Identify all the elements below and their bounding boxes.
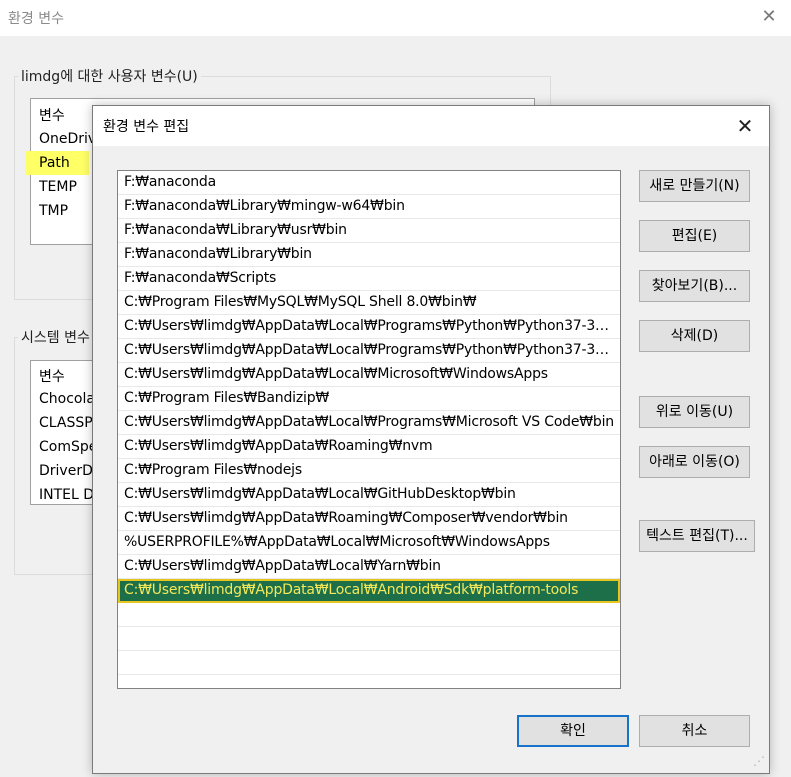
list-item[interactable]: C:₩Program Files₩Bandizip₩ [118, 387, 620, 411]
list-item[interactable]: F:₩anaconda₩Library₩usr₩bin [118, 219, 620, 243]
path-entry: C:₩Users₩limdg₩AppData₩Local₩Programs₩Mi… [124, 414, 614, 430]
cancel-button[interactable]: 취소 [639, 715, 750, 747]
path-entry: C:₩Program Files₩MySQL₩MySQL Shell 8.0₩b… [124, 294, 477, 310]
path-entry: F:₩anaconda₩Library₩mingw-w64₩bin [124, 198, 405, 214]
empty-row[interactable] [118, 675, 620, 688]
path-entry: %USERPROFILE%₩AppData₩Local₩Microsoft₩Wi… [124, 534, 550, 550]
path-entry: C:₩Users₩limdg₩AppData₩Local₩Microsoft₩W… [124, 366, 548, 382]
dialog-title: 환경 변수 편집 [103, 119, 190, 135]
path-entry: C:₩Users₩limdg₩AppData₩Local₩Android₩Sdk… [124, 582, 579, 598]
path-entry: C:₩Users₩limdg₩AppData₩Local₩Yarn₩bin [124, 558, 441, 574]
path-list[interactable]: F:₩anaconda F:₩anaconda₩Library₩mingw-w6… [117, 170, 621, 689]
system-variables-group-title: 시스템 변수 [18, 327, 93, 347]
browse-button[interactable]: 찾아보기(B)... [639, 270, 750, 302]
list-item[interactable]: F:₩anaconda₩Library₩mingw-w64₩bin [118, 195, 620, 219]
list-item[interactable]: C:₩Users₩limdg₩AppData₩Roaming₩nvm [118, 435, 620, 459]
empty-row[interactable] [118, 627, 620, 651]
window-titlebar: 환경 변수 ✕ [0, 0, 791, 36]
delete-button[interactable]: 삭제(D) [639, 320, 750, 352]
list-item[interactable]: C:₩Users₩limdg₩AppData₩Local₩Microsoft₩W… [118, 363, 620, 387]
move-down-button[interactable]: 아래로 이동(O) [639, 446, 750, 478]
path-entry: F:₩anaconda₩Scripts [124, 270, 277, 286]
list-item[interactable]: C:₩Users₩limdg₩AppData₩Roaming₩Composer₩… [118, 507, 620, 531]
close-icon[interactable]: ✕ [733, 114, 757, 138]
list-item[interactable]: C:₩Users₩limdg₩AppData₩Local₩GitHubDeskt… [118, 483, 620, 507]
dialog-titlebar: 환경 변수 편집 ✕ [93, 106, 769, 146]
move-up-button[interactable]: 위로 이동(U) [639, 396, 750, 428]
list-item[interactable]: C:₩Program Files₩MySQL₩MySQL Shell 8.0₩b… [118, 291, 620, 315]
resize-grip-icon[interactable]: ⋰ [753, 754, 765, 768]
list-item[interactable]: %USERPROFILE%₩AppData₩Local₩Microsoft₩Wi… [118, 531, 620, 555]
edit-button[interactable]: 편집(E) [639, 220, 750, 252]
path-entry: F:₩anaconda₩Library₩bin [124, 246, 312, 262]
list-item[interactable]: Path [39, 155, 70, 171]
list-item[interactable]: F:₩anaconda₩Scripts [118, 267, 620, 291]
path-entry: C:₩Users₩limdg₩AppData₩Local₩Programs₩Py… [124, 342, 614, 358]
path-entry: C:₩Users₩limdg₩AppData₩Roaming₩Composer₩… [124, 510, 568, 526]
list-item-selected[interactable]: C:₩Users₩limdg₩AppData₩Local₩Android₩Sdk… [118, 579, 620, 603]
user-variables-group-title: limdg에 대한 사용자 변수(U) [18, 66, 201, 86]
list-item[interactable]: C:₩Users₩limdg₩AppData₩Local₩Yarn₩bin [118, 555, 620, 579]
list-item[interactable]: Chocola [39, 391, 95, 407]
list-item[interactable]: TEMP [39, 179, 77, 195]
column-header-variable[interactable]: 변수 [39, 366, 65, 386]
close-icon[interactable]: ✕ [758, 6, 780, 28]
path-entry: F:₩anaconda [124, 174, 216, 190]
list-item[interactable]: F:₩anaconda₩Library₩bin [118, 243, 620, 267]
window-title: 환경 변수 [8, 11, 64, 27]
empty-row[interactable] [118, 603, 620, 627]
empty-row[interactable] [118, 651, 620, 675]
list-item[interactable]: C:₩Program Files₩nodejs [118, 459, 620, 483]
ok-button[interactable]: 확인 [517, 715, 629, 747]
list-item[interactable]: F:₩anaconda [118, 171, 620, 195]
path-entry: C:₩Users₩limdg₩AppData₩Roaming₩nvm [124, 438, 433, 454]
path-entry: C:₩Users₩limdg₩AppData₩Local₩Programs₩Py… [124, 318, 614, 334]
list-item[interactable]: C:₩Users₩limdg₩AppData₩Local₩Programs₩Mi… [118, 411, 620, 435]
path-entry: F:₩anaconda₩Library₩usr₩bin [124, 222, 347, 238]
edit-text-button[interactable]: 텍스트 편집(T)... [639, 520, 755, 552]
list-item[interactable]: C:₩Users₩limdg₩AppData₩Local₩Programs₩Py… [118, 315, 620, 339]
path-entry: C:₩Program Files₩nodejs [124, 462, 302, 478]
list-item[interactable]: C:₩Users₩limdg₩AppData₩Local₩Programs₩Py… [118, 339, 620, 363]
new-button[interactable]: 새로 만들기(N) [639, 170, 750, 202]
list-item[interactable]: TMP [39, 203, 68, 219]
path-entry: C:₩Users₩limdg₩AppData₩Local₩GitHubDeskt… [124, 486, 516, 502]
column-header-variable[interactable]: 변수 [39, 105, 65, 125]
edit-environment-variable-dialog: 환경 변수 편집 ✕ F:₩anaconda F:₩anaconda₩Libra… [92, 105, 770, 774]
path-entry: C:₩Program Files₩Bandizip₩ [124, 390, 330, 406]
list-item[interactable]: INTEL D [39, 487, 94, 503]
